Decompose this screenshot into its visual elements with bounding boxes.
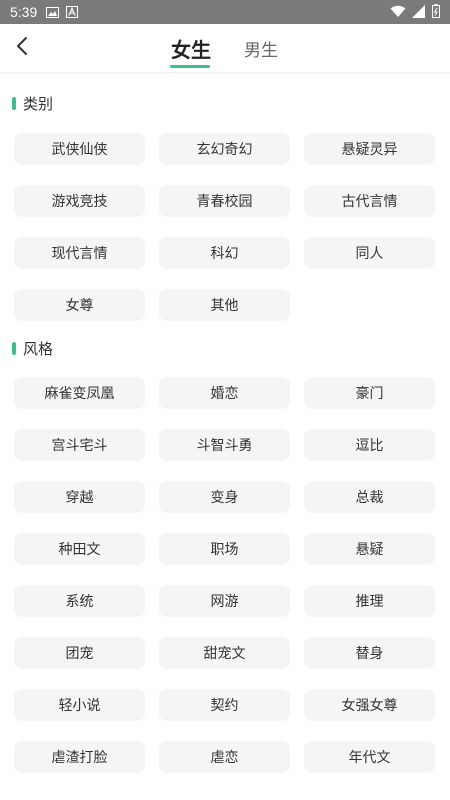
status-right-icons <box>390 3 440 22</box>
tag-chip[interactable]: 婚恋 <box>159 377 290 409</box>
tag-chip[interactable]: 科幻 <box>159 237 290 269</box>
tag-chip[interactable]: 系统 <box>14 585 145 617</box>
a-text-icon <box>65 6 79 18</box>
tag-chip[interactable]: 古代言情 <box>304 185 435 217</box>
tag-chip[interactable]: 斗智斗勇 <box>159 429 290 461</box>
tag-chip[interactable]: 网游 <box>159 585 290 617</box>
tag-chip[interactable]: 穿越 <box>14 481 145 513</box>
section-label: 风格 <box>23 339 54 358</box>
section-marker <box>12 96 16 110</box>
tag-chip[interactable]: 女强女尊 <box>304 689 435 721</box>
tag-chip[interactable]: 悬疑 <box>304 533 435 565</box>
tag-chip[interactable]: 麻雀变凤凰 <box>14 377 145 409</box>
tag-chip[interactable]: 团宠 <box>14 637 145 669</box>
active-tab-indicator <box>170 65 210 68</box>
status-time: 5:39 <box>10 4 38 20</box>
tag-chip[interactable]: 武侠仙侠 <box>14 133 145 165</box>
back-button[interactable] <box>8 34 36 62</box>
tag-chip[interactable]: 推理 <box>304 585 435 617</box>
tag-chip[interactable]: 同人 <box>304 237 435 269</box>
tab-male[interactable]: 男生 <box>244 32 278 64</box>
tag-chip[interactable]: 青春校园 <box>159 185 290 217</box>
section-label: 类别 <box>23 94 54 113</box>
tag-chip[interactable]: 甜宠文 <box>159 637 290 669</box>
tag-chip[interactable]: 轻小说 <box>14 689 145 721</box>
section-title-style: 风格 <box>12 338 53 358</box>
chevron-left-icon <box>15 36 29 60</box>
battery-icon <box>432 3 440 22</box>
wifi-icon <box>390 3 406 22</box>
status-bar: 5:39 <box>0 0 450 24</box>
tag-chip[interactable]: 年代文 <box>304 741 435 773</box>
tab-female[interactable]: 女生 <box>171 32 211 64</box>
tag-chip[interactable]: 契约 <box>159 689 290 721</box>
tag-chip[interactable]: 宫斗宅斗 <box>14 429 145 461</box>
tag-chip[interactable]: 玄幻奇幻 <box>159 133 290 165</box>
tag-chip[interactable]: 其他 <box>159 289 290 321</box>
tag-chip[interactable]: 豪门 <box>304 377 435 409</box>
tag-chip[interactable]: 游戏竞技 <box>14 185 145 217</box>
tag-chip[interactable]: 女尊 <box>14 289 145 321</box>
tag-chip[interactable]: 现代言情 <box>14 237 145 269</box>
section-marker <box>12 341 16 355</box>
tag-chip[interactable]: 悬疑灵异 <box>304 133 435 165</box>
tag-chip[interactable]: 虐渣打脸 <box>14 741 145 773</box>
tag-chip[interactable]: 总裁 <box>304 481 435 513</box>
tag-chip[interactable]: 种田文 <box>14 533 145 565</box>
tag-chip[interactable]: 虐恋 <box>159 741 290 773</box>
section-title-category: 类别 <box>12 93 53 113</box>
tag-chip[interactable]: 变身 <box>159 481 290 513</box>
tag-chip[interactable]: 逗比 <box>304 429 435 461</box>
top-header: 女生 男生 <box>0 24 450 73</box>
tag-chip[interactable]: 替身 <box>304 637 435 669</box>
signal-icon <box>412 3 426 22</box>
tag-chip[interactable]: 职场 <box>159 533 290 565</box>
image-icon <box>45 6 59 18</box>
